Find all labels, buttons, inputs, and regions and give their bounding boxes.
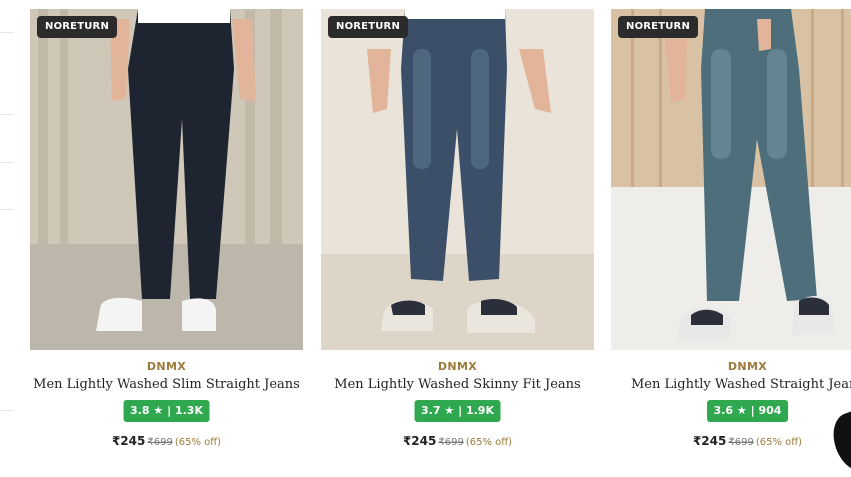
- divider: [0, 209, 14, 210]
- noreturn-badge: NORETURN: [37, 16, 118, 38]
- separator: |: [458, 404, 463, 417]
- discount-text: (65% off): [755, 437, 803, 448]
- noreturn-badge: NORETURN: [618, 16, 699, 38]
- selling-price: ₹245: [402, 434, 437, 448]
- divider: [0, 32, 14, 33]
- price-row: ₹245 ₹699 (65% off): [30, 430, 303, 449]
- product-card-1[interactable]: NORETURN DNMX Men Lightly Washed Slim St…: [30, 9, 303, 456]
- star-icon: ★: [153, 404, 164, 417]
- separator: |: [750, 404, 755, 417]
- product-title[interactable]: Men Lightly Washed Slim Straight Jeans: [30, 377, 303, 392]
- product-card-3[interactable]: NORETURN DNMX Men Lightly Washed Straigh…: [611, 9, 851, 456]
- price-row: ₹245 ₹699 (65% off): [321, 430, 594, 449]
- rating-value: 3.8: [130, 404, 150, 417]
- product-title[interactable]: Men Lightly Washed Straight Jeans: [611, 377, 851, 392]
- product-card-2[interactable]: NORETURN DNMX Men Lightly Washed Skinny …: [321, 9, 594, 456]
- product-image[interactable]: NORETURN: [30, 9, 303, 350]
- rating-value: 3.6: [713, 404, 734, 417]
- brand-name: DNMX: [437, 360, 478, 373]
- selling-price: ₹245: [111, 434, 146, 448]
- brand-name: DNMX: [727, 360, 768, 373]
- rating-badge: 3.6 ★ | 904: [706, 400, 789, 422]
- star-icon: ★: [444, 404, 455, 417]
- noreturn-badge: NORETURN: [328, 16, 409, 38]
- mrp-price: ₹699: [438, 437, 464, 448]
- divider: [0, 410, 14, 411]
- review-count: 1.3K: [174, 404, 203, 417]
- selling-price: ₹245: [692, 434, 727, 448]
- left-filter-rail: [0, 0, 14, 456]
- mrp-price: ₹699: [728, 437, 754, 448]
- brand-name: DNMX: [146, 360, 187, 373]
- mrp-price: ₹699: [147, 437, 173, 448]
- product-image[interactable]: NORETURN: [611, 9, 851, 350]
- price-row: ₹245 ₹699 (65% off): [611, 430, 851, 449]
- product-image[interactable]: NORETURN: [321, 9, 594, 350]
- divider: [0, 162, 14, 163]
- rating-value: 3.7: [421, 404, 441, 417]
- discount-text: (65% off): [465, 437, 513, 448]
- separator: |: [167, 404, 172, 417]
- rating-badge: 3.8 ★ | 1.3K: [123, 400, 210, 422]
- product-title[interactable]: Men Lightly Washed Skinny Fit Jeans: [321, 377, 594, 392]
- review-count: 1.9K: [465, 404, 494, 417]
- divider: [0, 114, 14, 115]
- discount-text: (65% off): [174, 437, 222, 448]
- star-icon: ★: [736, 404, 747, 417]
- rating-badge: 3.7 ★ | 1.9K: [414, 400, 501, 422]
- review-count: 904: [758, 404, 782, 417]
